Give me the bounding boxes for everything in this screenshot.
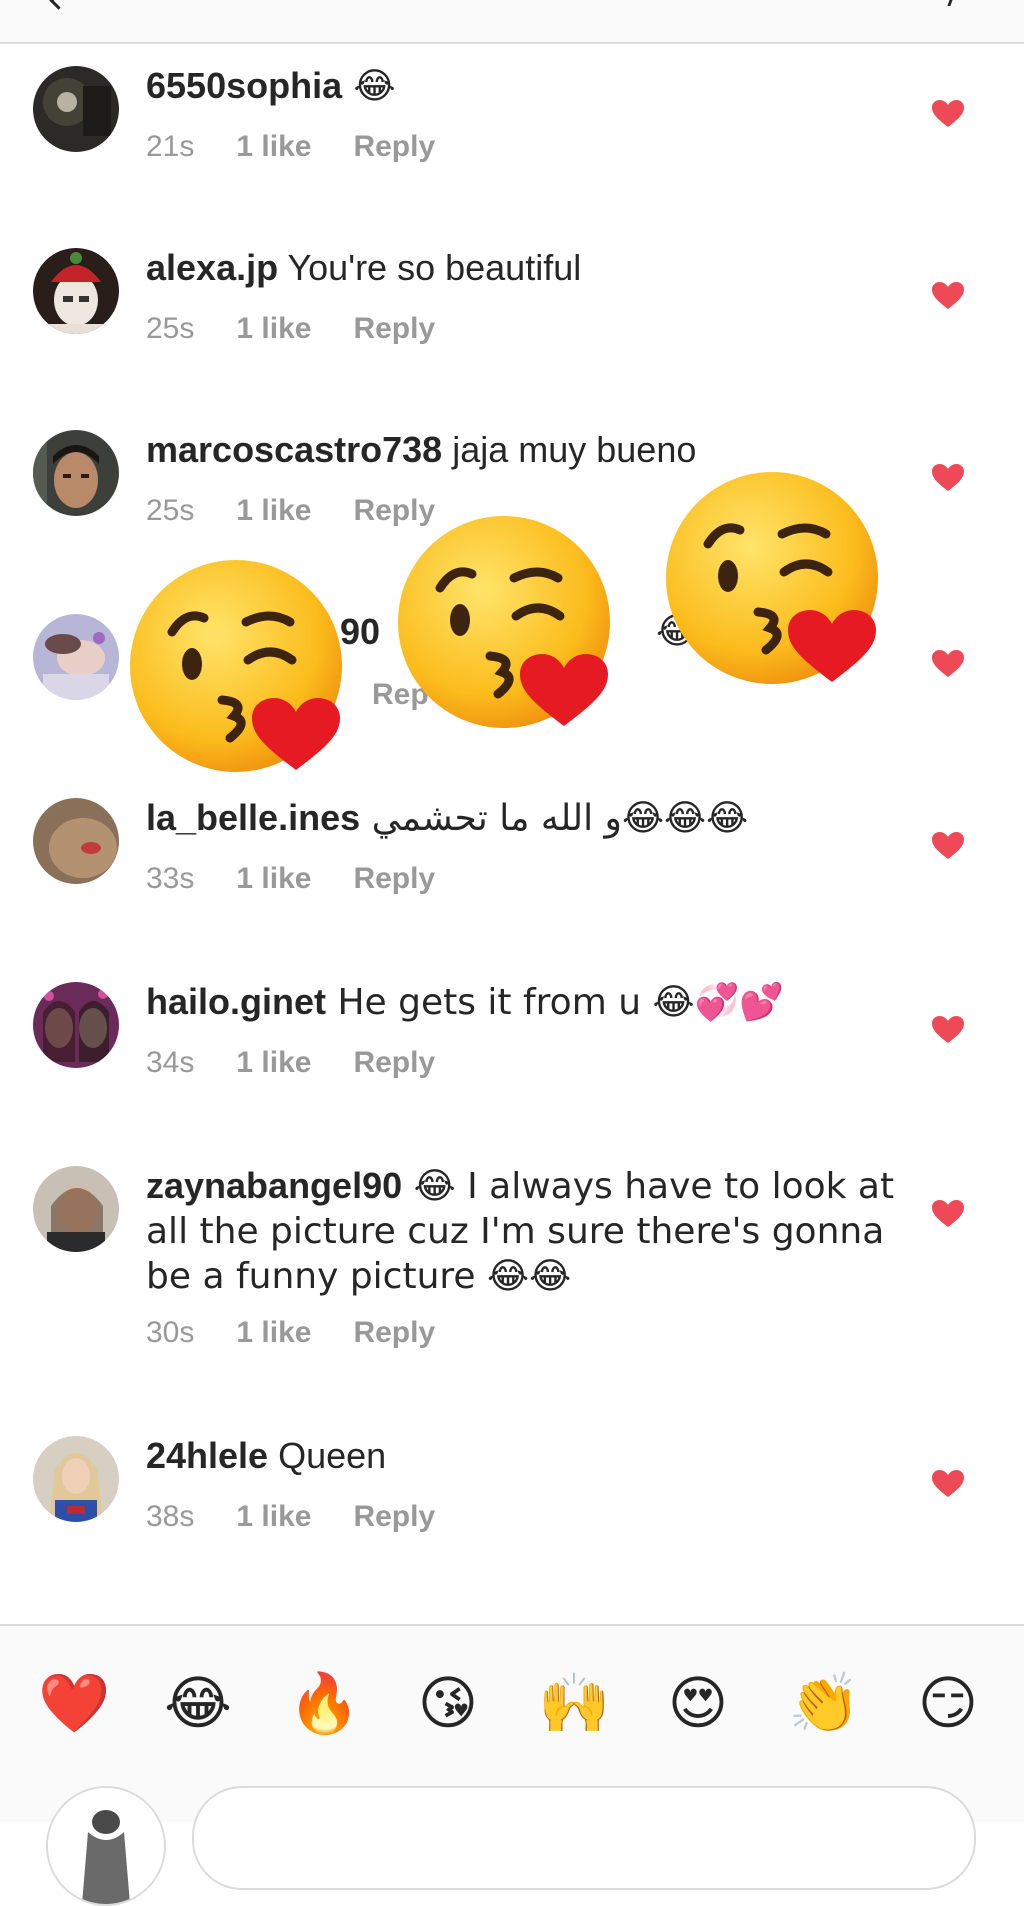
emoji-fire-button[interactable]: 🔥 — [288, 1668, 360, 1738]
heart-icon[interactable] — [932, 832, 964, 860]
comment-meta: 25s 1 like Reply — [146, 312, 477, 346]
avatar[interactable] — [33, 248, 119, 334]
emoji-laughing-button[interactable]: 😂 — [163, 1668, 233, 1738]
avatar[interactable] — [33, 1436, 119, 1522]
likes-count[interactable]: 1 like — [236, 862, 311, 895]
heart-icon[interactable] — [932, 650, 964, 678]
timestamp: 38s — [146, 1500, 195, 1533]
username[interactable]: 24hlele — [146, 1435, 268, 1476]
heart-icon[interactable] — [932, 282, 964, 310]
send-icon[interactable] — [933, 0, 958, 6]
likes-count[interactable]: 1 like — [236, 1500, 311, 1533]
emoji-kiss-button[interactable]: 😘 — [413, 1668, 483, 1738]
timestamp: 30s — [146, 1316, 195, 1349]
heart-icon[interactable] — [932, 1470, 964, 1498]
back-arrow-icon[interactable] — [49, 0, 68, 10]
reply-button[interactable]: Reply — [353, 1046, 435, 1079]
heart-icon[interactable] — [932, 464, 964, 492]
comment-meta: 21s 1 like Reply — [146, 130, 477, 164]
avatar[interactable] — [33, 614, 119, 700]
username[interactable]: marcoscastro738 — [146, 429, 442, 470]
comment-text: hailo.ginet He gets it from u 😂💞💕 — [146, 981, 785, 1023]
avatar[interactable] — [33, 982, 119, 1068]
emoji-smirk-button[interactable]: 😏 — [913, 1668, 983, 1738]
comment-meta: 33s 1 like Reply — [146, 862, 477, 896]
comment-meta: 30s 1 like Reply — [146, 1316, 477, 1350]
comment-meta: 34s 1 like Reply — [146, 1046, 477, 1080]
avatar[interactable] — [33, 798, 119, 884]
likes-count[interactable]: 1 like — [236, 494, 311, 527]
comment-text: 6550sophia 😂 — [146, 65, 396, 107]
reply-button[interactable]: Reply — [353, 312, 435, 345]
username[interactable]: alexa.jp — [146, 247, 278, 288]
comment-meta: 38s 1 like Reply — [146, 1500, 477, 1534]
emoji-tray: ❤️ 😂 🔥 😘 🙌 😍 👏 😏 — [0, 1624, 1024, 1906]
username[interactable]: la_belle.ines — [146, 797, 360, 838]
kissing-face-heart-icon — [130, 560, 342, 772]
timestamp: 25s — [146, 312, 195, 345]
comment-input[interactable] — [192, 1786, 976, 1890]
emoji-heart-button[interactable]: ❤️ — [38, 1668, 110, 1738]
timestamp: 25s — [146, 494, 195, 527]
likes-count[interactable]: 1 like — [236, 312, 311, 345]
heart-icon[interactable] — [932, 1200, 964, 1228]
avatar[interactable] — [33, 1166, 119, 1252]
top-bar — [0, 0, 1024, 44]
username[interactable]: hailo.ginet — [146, 981, 326, 1022]
emoji-clapping-button[interactable]: 👏 — [788, 1668, 860, 1738]
likes-count[interactable]: 1 like — [236, 130, 311, 163]
emoji-raised-hands-button[interactable]: 🙌 — [538, 1668, 610, 1738]
kissing-face-heart-icon — [398, 516, 610, 728]
username[interactable]: 6550sophia — [146, 65, 342, 106]
comment-text: la_belle.ines و الله ما تحشمي😂😂😂 — [146, 797, 749, 839]
reply-button[interactable]: Reply — [353, 862, 435, 895]
current-user-avatar — [46, 1786, 166, 1906]
comment-text: alexa.jp You're so beautiful — [146, 247, 582, 288]
timestamp: 34s — [146, 1046, 195, 1079]
username[interactable]: zaynabangel90 — [146, 1165, 402, 1206]
heart-icon[interactable] — [932, 100, 964, 128]
comment-text: zaynabangel90 😂 I always have to look at… — [146, 1165, 895, 1297]
reply-button[interactable]: Reply — [353, 130, 435, 163]
timestamp: 21s — [146, 130, 195, 163]
avatar[interactable] — [33, 430, 119, 516]
likes-count[interactable]: 1 like — [236, 1316, 311, 1349]
kissing-face-heart-icon — [666, 472, 878, 684]
likes-count[interactable]: 1 like — [236, 1046, 311, 1079]
avatar[interactable] — [33, 66, 119, 152]
timestamp: 33s — [146, 862, 195, 895]
emoji-heart-eyes-button[interactable]: 😍 — [663, 1668, 733, 1738]
reply-button[interactable]: Reply — [353, 1500, 435, 1533]
reply-button[interactable]: Reply — [353, 1316, 435, 1349]
heart-icon[interactable] — [932, 1016, 964, 1044]
comment-text: 24hlele Queen — [146, 1435, 387, 1476]
